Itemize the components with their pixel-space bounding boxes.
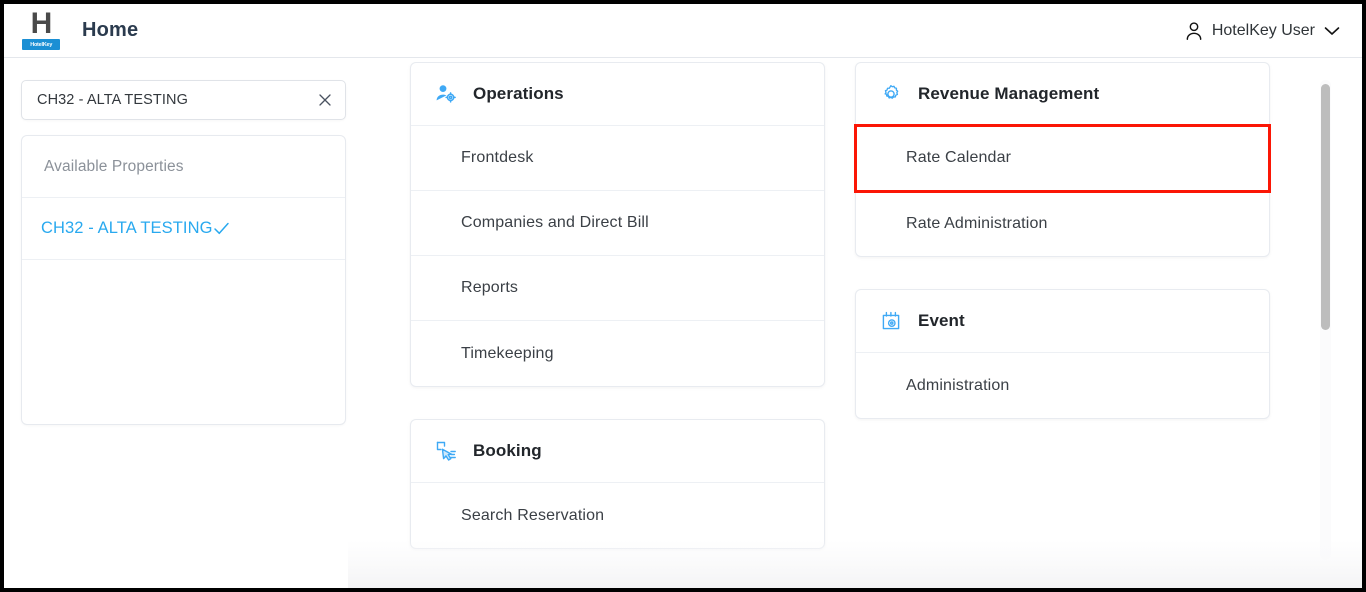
- menu-item-search-reservation[interactable]: Search Reservation: [411, 483, 824, 548]
- user-gear-icon: [435, 83, 457, 105]
- app-header: H HotelKey Home HotelKey User: [4, 4, 1362, 58]
- logo-letter: H: [31, 11, 52, 37]
- card-event-header: Event: [856, 290, 1269, 353]
- logo-wordmark-text: HotelKey: [30, 42, 52, 47]
- close-icon[interactable]: [315, 90, 335, 110]
- card-event-title: Event: [918, 311, 965, 331]
- property-search-box[interactable]: CH32 - ALTA TESTING: [21, 80, 346, 120]
- card-operations-header: Operations: [411, 63, 824, 126]
- card-event: Event Administration: [855, 289, 1270, 419]
- menu-item-administration[interactable]: Administration: [856, 353, 1269, 418]
- hotelkey-logo[interactable]: H HotelKey: [22, 11, 60, 51]
- calendar-gear-icon: [880, 310, 902, 332]
- card-revenue-management-header: Revenue Management: [856, 63, 1269, 126]
- available-properties-panel: Available Properties CH32 - ALTA TESTING: [21, 135, 346, 425]
- property-list-item[interactable]: CH32 - ALTA TESTING: [22, 198, 345, 260]
- menu-item-rate-calendar[interactable]: Rate Calendar: [856, 126, 1269, 191]
- app-window: H HotelKey Home HotelKey User CH: [0, 0, 1366, 592]
- modules-column-right: Revenue Management Rate Calendar Rate Ad…: [855, 62, 1270, 572]
- modules-grid: Operations Frontdesk Companies and Direc…: [364, 62, 1324, 572]
- person-icon: [1185, 21, 1203, 41]
- card-booking: Booking Search Reservation: [410, 419, 825, 549]
- available-properties-label: Available Properties: [22, 136, 345, 198]
- cursor-click-icon: [435, 440, 457, 462]
- card-operations: Operations Frontdesk Companies and Direc…: [410, 62, 825, 387]
- bottom-left-mask: [4, 540, 348, 588]
- main-scrollbar-track[interactable]: [1320, 80, 1331, 560]
- card-booking-title: Booking: [473, 441, 542, 461]
- menu-item-frontdesk[interactable]: Frontdesk: [411, 126, 824, 191]
- menu-item-reports[interactable]: Reports: [411, 256, 824, 321]
- main-scrollbar-thumb[interactable]: [1321, 84, 1330, 330]
- page-title: Home: [82, 19, 138, 42]
- chevron-down-icon[interactable]: [1324, 26, 1340, 36]
- card-revenue-management-title: Revenue Management: [918, 84, 1099, 104]
- logo-wordmark-bar: HotelKey: [22, 39, 60, 50]
- user-name-label: HotelKey User: [1212, 22, 1315, 40]
- card-operations-title: Operations: [473, 84, 564, 104]
- menu-item-rate-administration[interactable]: Rate Administration: [856, 191, 1269, 256]
- property-list-item-label: CH32 - ALTA TESTING: [41, 219, 213, 238]
- modules-scroll-area[interactable]: Operations Frontdesk Companies and Direc…: [364, 62, 1362, 572]
- search-input[interactable]: CH32 - ALTA TESTING: [37, 92, 188, 108]
- check-icon: [213, 220, 230, 237]
- property-sidebar: CH32 - ALTA TESTING Available Properties…: [21, 80, 346, 425]
- user-menu[interactable]: HotelKey User: [1185, 21, 1340, 41]
- card-booking-header: Booking: [411, 420, 824, 483]
- modules-column-left: Operations Frontdesk Companies and Direc…: [410, 62, 825, 572]
- card-revenue-management: Revenue Management Rate Calendar Rate Ad…: [855, 62, 1270, 257]
- menu-item-companies-and-direct-bill[interactable]: Companies and Direct Bill: [411, 191, 824, 256]
- menu-item-timekeeping[interactable]: Timekeeping: [411, 321, 824, 386]
- gear-icon: [880, 83, 902, 105]
